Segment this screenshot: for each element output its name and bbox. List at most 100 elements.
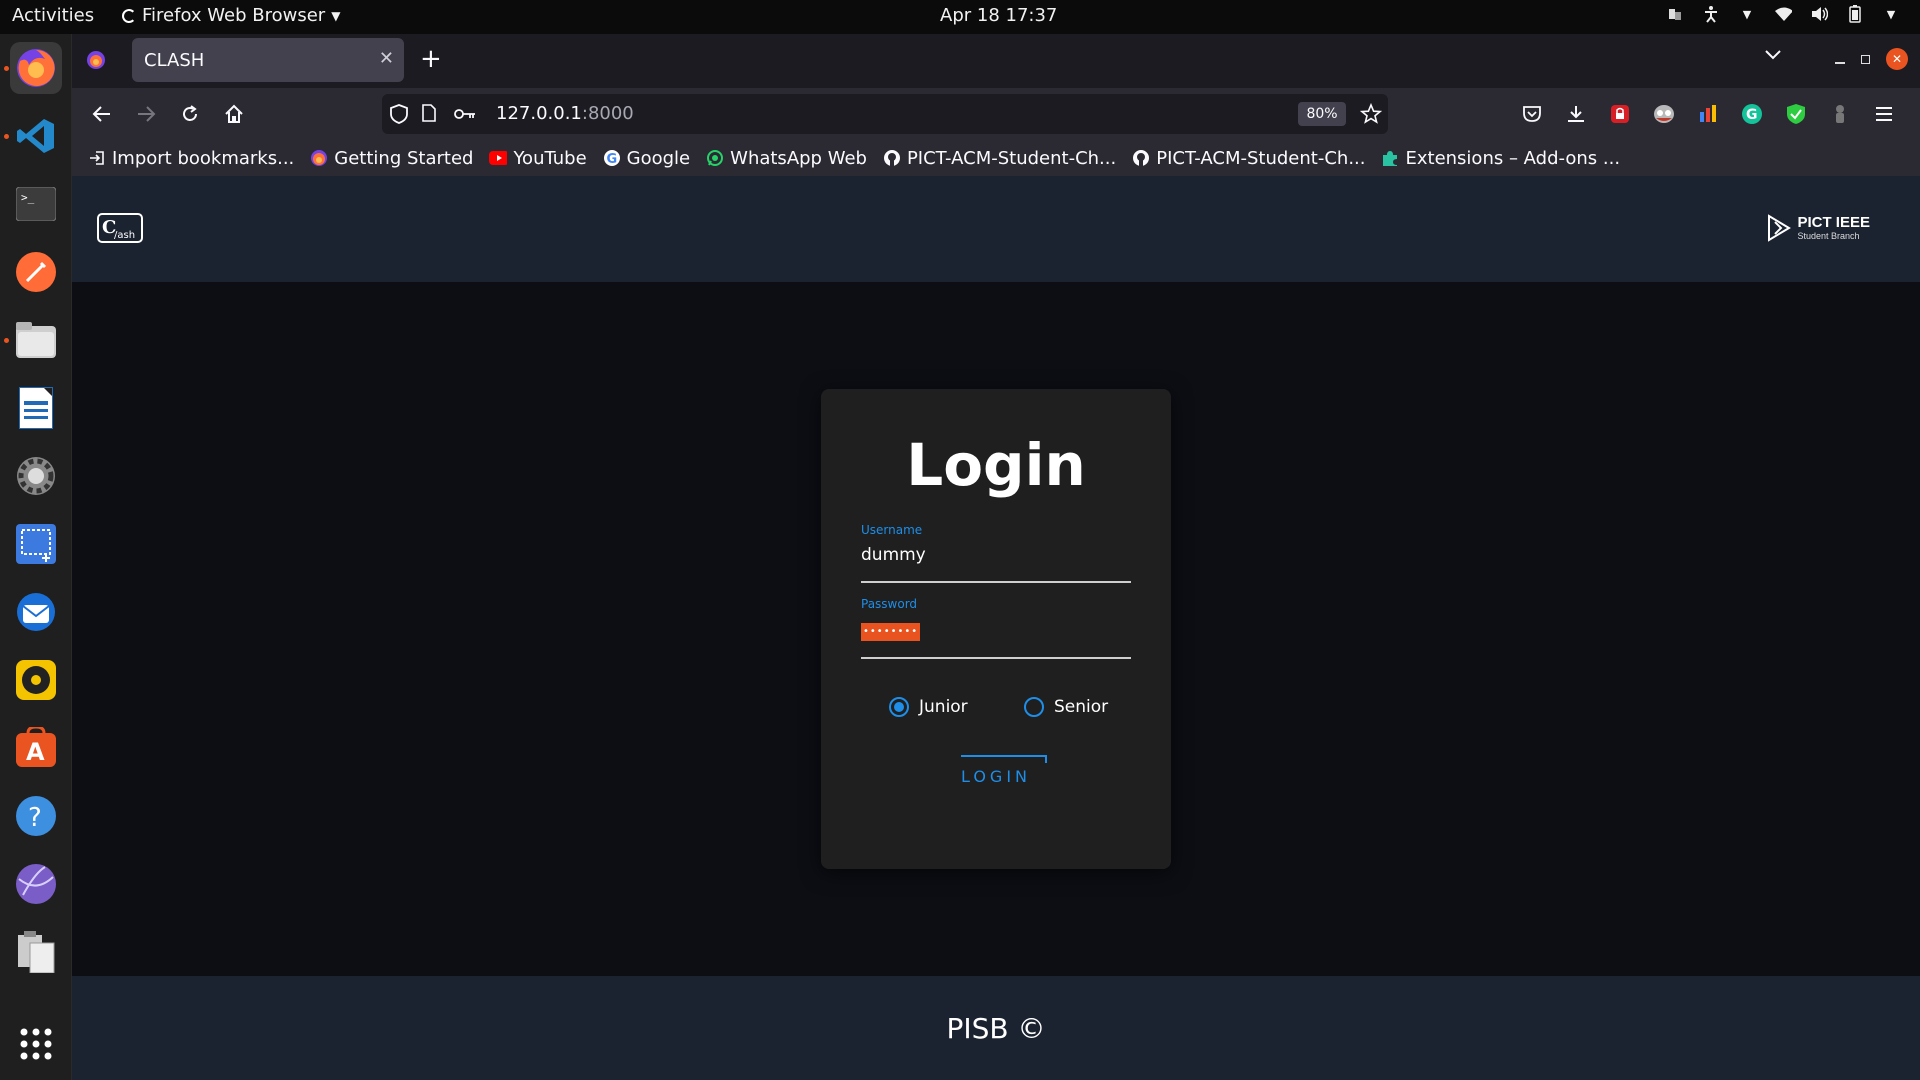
volume-icon[interactable] xyxy=(1810,5,1828,23)
page-info-icon[interactable] xyxy=(422,104,436,126)
activities-button[interactable]: Activities xyxy=(12,5,94,26)
bookmark-label: WhatsApp Web xyxy=(730,147,867,169)
running-indicator xyxy=(4,338,9,343)
clash-logo[interactable]: C /ash xyxy=(96,210,146,246)
privacy-badger-icon[interactable] xyxy=(1652,102,1676,126)
minimize-icon[interactable] xyxy=(1835,62,1845,64)
dock-thunderbird[interactable] xyxy=(10,586,62,638)
adblock-shield-icon[interactable] xyxy=(1784,102,1808,126)
bookmark-label: Google xyxy=(626,147,691,169)
dock-writer[interactable] xyxy=(10,382,62,434)
bookmark-extensions[interactable]: Extensions – Add-ons ... xyxy=(1381,148,1620,169)
dock-settings[interactable] xyxy=(10,450,62,502)
url-host: 127.0.0.1 xyxy=(496,103,582,124)
key-icon[interactable] xyxy=(454,106,476,125)
clipboard-indicator-icon[interactable] xyxy=(1666,5,1684,23)
forward-arrow-icon[interactable] xyxy=(132,100,160,128)
clock[interactable]: Apr 18 17:37 xyxy=(940,5,1057,26)
accessibility-icon[interactable] xyxy=(1702,5,1720,23)
tab-active[interactable]: CLASH ✕ xyxy=(132,38,404,82)
clipboard-icon xyxy=(18,931,55,973)
site-footer: PISB © xyxy=(72,976,1920,1080)
list-all-tabs-icon[interactable] xyxy=(1764,46,1782,65)
radio-senior-circle[interactable] xyxy=(1024,697,1044,717)
dock-help[interactable]: ? xyxy=(10,790,62,842)
username-underline xyxy=(861,581,1131,583)
extension-icon[interactable] xyxy=(1828,102,1852,126)
dock-screenshot[interactable] xyxy=(10,518,62,570)
dock-rhythmbox[interactable] xyxy=(10,654,62,706)
bookmark-star-icon[interactable] xyxy=(1359,102,1383,129)
wifi-icon[interactable] xyxy=(1774,5,1792,23)
radio-selected-dot xyxy=(894,702,904,712)
close-icon[interactable]: ✕ xyxy=(1886,48,1908,70)
screenshot-icon xyxy=(16,524,56,564)
google-icon: G xyxy=(603,149,621,167)
home-icon[interactable] xyxy=(220,100,248,128)
battery-icon[interactable] xyxy=(1846,5,1864,23)
chevron-down-icon[interactable]: ▼ xyxy=(1882,5,1900,23)
address-bar[interactable]: 127.0.0.1:8000 80% xyxy=(382,94,1388,134)
username-input[interactable]: dummy xyxy=(861,545,1131,567)
pocket-icon[interactable] xyxy=(1520,102,1544,126)
pict-ieee-logo[interactable]: PICT IEEE Student Branch xyxy=(1767,214,1870,242)
system-tray[interactable]: ▼ ▼ xyxy=(1666,5,1900,23)
back-arrow-icon[interactable] xyxy=(88,100,116,128)
dock-app-center[interactable]: A xyxy=(10,722,62,774)
reload-icon[interactable] xyxy=(176,100,204,128)
zoom-indicator[interactable]: 80% xyxy=(1298,102,1346,126)
bookmark-getting-started[interactable]: Getting Started xyxy=(310,148,473,169)
new-tab-button[interactable]: + xyxy=(420,44,442,74)
password-field[interactable]: Password •••••••• xyxy=(861,597,1131,659)
bookmark-whatsapp[interactable]: WhatsApp Web xyxy=(706,148,867,169)
tab-close-icon[interactable]: ✕ xyxy=(379,48,394,69)
navigation-toolbar: 127.0.0.1:8000 80% G xyxy=(72,88,1920,140)
password-underline xyxy=(861,657,1131,659)
dock-terminal[interactable]: >_ xyxy=(10,178,62,230)
wappalyzer-icon[interactable] xyxy=(1696,102,1720,126)
hamburger-menu-icon[interactable] xyxy=(1872,102,1896,126)
caret-down-icon: ▼ xyxy=(331,8,341,23)
bookmark-youtube[interactable]: YouTube xyxy=(489,148,587,169)
password-input[interactable]: •••••••• xyxy=(861,619,1131,641)
window-controls: ✕ xyxy=(1835,48,1908,70)
downloads-icon[interactable] xyxy=(1564,102,1588,126)
radio-junior[interactable]: Junior xyxy=(889,697,968,717)
bookmark-label: PICT-ACM-Student-Ch... xyxy=(906,147,1117,169)
dock-internet[interactable] xyxy=(10,858,62,910)
terminal-icon: >_ xyxy=(16,187,56,221)
show-applications-button[interactable] xyxy=(10,1018,62,1070)
radio-junior-circle[interactable] xyxy=(889,697,909,717)
bookmark-pict-acm-1[interactable]: PICT-ACM-Student-Ch... xyxy=(883,148,1116,169)
login-card: Login Username dummy Password •••••••• J… xyxy=(821,389,1171,869)
dock-firefox[interactable] xyxy=(10,42,62,94)
username-field[interactable]: Username dummy xyxy=(861,523,1131,583)
svg-text:G: G xyxy=(1746,107,1758,123)
dock-clipboard[interactable] xyxy=(10,926,62,978)
dock-vscode[interactable] xyxy=(10,110,62,162)
tracking-shield-icon[interactable] xyxy=(390,104,408,128)
firefox-view-icon[interactable] xyxy=(86,50,106,74)
bookmark-import[interactable]: Import bookmarks... xyxy=(88,148,294,169)
globe-icon xyxy=(16,864,56,904)
chevron-down-icon[interactable]: ▼ xyxy=(1738,5,1756,23)
dock-postman[interactable] xyxy=(10,246,62,298)
svg-text:G: G xyxy=(606,152,617,167)
maximize-icon[interactable] xyxy=(1861,54,1870,64)
bookmark-pict-acm-2[interactable]: PICT-ACM-Student-Ch... xyxy=(1132,148,1365,169)
url-text[interactable]: 127.0.0.1:8000 xyxy=(496,103,634,124)
postman-icon xyxy=(16,252,56,292)
password-manager-extension-icon[interactable] xyxy=(1608,102,1632,126)
password-mask: •••••••• xyxy=(861,623,921,641)
bookmark-google[interactable]: G Google xyxy=(603,148,690,169)
grammarly-icon[interactable]: G xyxy=(1740,102,1764,126)
svg-text:A: A xyxy=(26,738,45,766)
dock-files[interactable] xyxy=(10,314,62,366)
puzzle-icon xyxy=(1381,149,1399,167)
url-port: :8000 xyxy=(581,103,634,124)
login-button[interactable]: LOGIN xyxy=(941,755,1051,789)
youtube-icon xyxy=(489,149,508,167)
bookmark-label: Extensions – Add-ons ... xyxy=(1405,147,1621,169)
app-menu[interactable]: Firefox Web Browser ▼ xyxy=(122,5,340,26)
radio-senior[interactable]: Senior xyxy=(1024,697,1108,717)
